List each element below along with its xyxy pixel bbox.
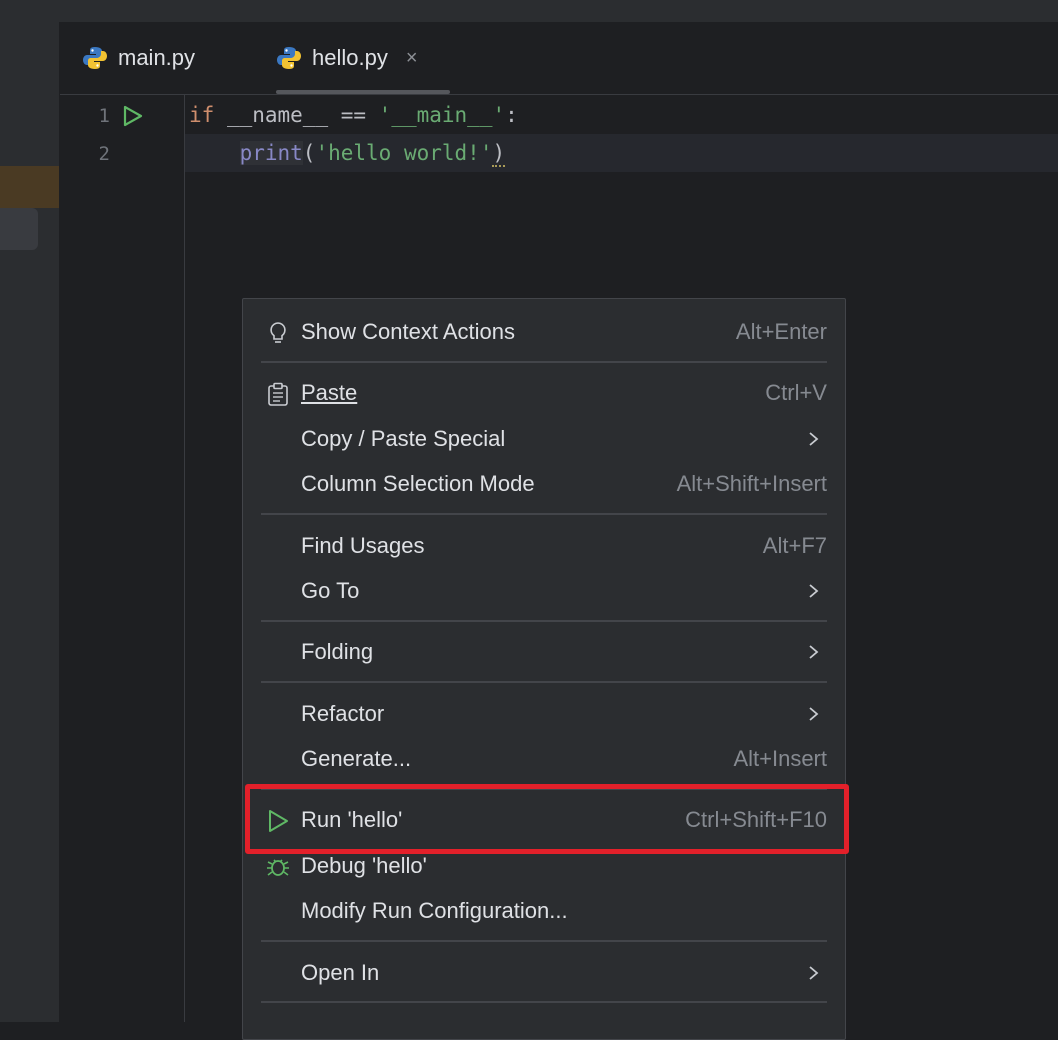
menu-item-folding[interactable]: Folding — [243, 631, 845, 675]
editor-tab-bar: main.py hello.py × — [60, 22, 1058, 95]
python-file-icon — [83, 47, 107, 69]
code-line-2[interactable]: print('hello world!') — [189, 141, 506, 167]
tab-label: hello.py — [312, 45, 388, 70]
menu-item-find-usages[interactable]: Find Usages Alt+F7 — [243, 525, 845, 569]
menu-item-go-to[interactable]: Go To — [243, 570, 845, 614]
tab-hello-py[interactable]: hello.py × — [276, 22, 450, 94]
chevron-right-icon — [809, 432, 819, 446]
menu-item-paste[interactable]: Paste Ctrl+V — [243, 372, 845, 416]
menu-item-column-selection-mode[interactable]: Column Selection Mode Alt+Shift+Insert — [243, 463, 845, 507]
menu-separator — [261, 681, 827, 683]
menu-separator — [261, 361, 827, 363]
code-text: ) — [492, 141, 506, 167]
menu-item-refactor[interactable]: Refactor — [243, 693, 845, 737]
chevron-right-icon — [809, 645, 819, 659]
close-icon[interactable]: × — [406, 47, 418, 70]
menu-separator — [261, 620, 827, 622]
code-text: __name__ == — [214, 103, 379, 127]
menu-item-modify-run-configuration[interactable]: Modify Run Configuration... — [243, 890, 845, 934]
tab-main-py[interactable]: main.py — [82, 22, 195, 94]
active-tab-indicator — [276, 90, 450, 94]
project-tree-selection[interactable] — [0, 208, 38, 250]
line-number: 2 — [98, 143, 110, 165]
menu-item-generate[interactable]: Generate... Alt+Insert — [243, 738, 845, 782]
highlight-annotation-box — [245, 784, 849, 854]
menu-item-open-in[interactable]: Open In — [243, 952, 845, 996]
clipboard-icon — [268, 382, 288, 406]
title-bar-strip — [0, 0, 1058, 22]
project-tool-window — [0, 22, 60, 1022]
editor-gutter[interactable]: 1 2 — [60, 95, 185, 1022]
tab-label: main.py — [118, 45, 196, 70]
run-gutter-icon[interactable] — [120, 104, 144, 128]
line-number: 1 — [98, 105, 110, 127]
lightbulb-icon — [270, 322, 286, 343]
debug-icon — [267, 859, 289, 876]
keyword-if: if — [189, 103, 215, 127]
string-literal: 'hello world!' — [315, 141, 493, 165]
string-literal: '__main__' — [378, 103, 506, 127]
code-text: : — [505, 103, 518, 127]
chevron-right-icon — [809, 966, 819, 980]
menu-item-show-context-actions[interactable]: Show Context Actions Alt+Enter — [243, 311, 845, 355]
code-line-1[interactable]: if __name__ == '__main__': — [189, 103, 518, 127]
chevron-right-icon — [809, 584, 819, 598]
menu-separator — [261, 513, 827, 515]
menu-item-copy-paste-special[interactable]: Copy / Paste Special — [243, 418, 845, 462]
builtin-print: print — [239, 141, 303, 165]
menu-separator — [261, 940, 827, 942]
chevron-right-icon — [809, 707, 819, 721]
editor-context-menu: Show Context Actions Alt+Enter Paste Ctr… — [242, 298, 846, 1040]
menu-separator — [261, 1001, 827, 1003]
code-text: ( — [302, 141, 316, 165]
project-tree-highlight[interactable] — [0, 166, 59, 208]
python-file-icon — [277, 47, 301, 69]
